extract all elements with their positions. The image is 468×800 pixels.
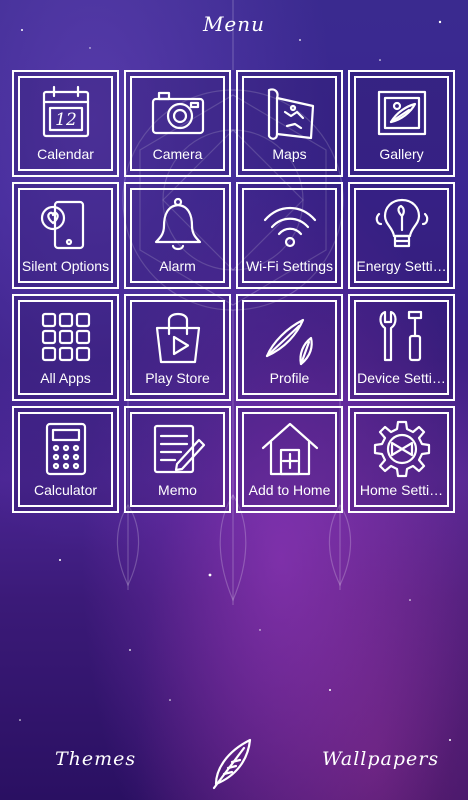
tile-memo[interactable]: Memo <box>124 406 231 513</box>
tile-play-store[interactable]: Play Store <box>124 294 231 401</box>
map-icon <box>259 82 321 144</box>
picture-frame-icon <box>371 82 433 144</box>
tile-label: Camera <box>152 146 203 162</box>
themes-button[interactable]: Themes <box>55 748 136 770</box>
tile-label: Play Store <box>145 370 210 386</box>
calculator-icon <box>35 418 97 480</box>
tile-wifi-settings[interactable]: Wi-Fi Settings <box>236 182 343 289</box>
tile-label: Profile <box>269 370 310 386</box>
tile-label: Memo <box>158 482 197 498</box>
tile-label: Gallery <box>379 146 424 162</box>
tile-home-settings[interactable]: Home Setti… <box>348 406 455 513</box>
tile-label: Silent Options <box>21 258 110 274</box>
tile-label: All Apps <box>40 370 91 386</box>
tile-label: Calculator <box>33 482 98 498</box>
tile-label: Energy Setti… <box>356 258 447 274</box>
camera-icon <box>147 82 209 144</box>
tile-all-apps[interactable]: All Apps <box>12 294 119 401</box>
tile-alarm[interactable]: Alarm <box>124 182 231 289</box>
wifi-icon <box>259 194 321 256</box>
app-grid-icon <box>35 306 97 368</box>
lightbulb-icon <box>371 194 433 256</box>
tile-camera[interactable]: Camera <box>124 70 231 177</box>
tile-label: Add to Home <box>248 482 331 498</box>
tile-calendar[interactable]: 12 Calendar <box>12 70 119 177</box>
tile-calculator[interactable]: Calculator <box>12 406 119 513</box>
notepad-pencil-icon <box>147 418 209 480</box>
house-plus-icon <box>259 418 321 480</box>
tile-gallery[interactable]: Gallery <box>348 70 455 177</box>
tile-add-to-home[interactable]: Add to Home <box>236 406 343 513</box>
tile-label: Alarm <box>159 258 196 274</box>
tile-label: Home Setti… <box>359 482 444 498</box>
calendar-icon: 12 <box>35 82 97 144</box>
tile-silent-options[interactable]: Silent Options <box>12 182 119 289</box>
tile-maps[interactable]: Maps <box>236 70 343 177</box>
tools-icon <box>371 306 433 368</box>
bottom-bar: Themes Wallpapers <box>0 730 468 800</box>
bell-icon <box>147 194 209 256</box>
feather-icon[interactable] <box>208 734 258 790</box>
shopping-bag-play-icon <box>147 306 209 368</box>
page-title: Menu <box>202 12 266 36</box>
tile-label: Wi-Fi Settings <box>245 258 334 274</box>
calendar-day: 12 <box>55 110 77 130</box>
tile-label: Maps <box>272 146 307 162</box>
tile-label: Device Setti… <box>357 370 446 386</box>
gear-bow-icon <box>371 418 433 480</box>
tile-label: Calendar <box>37 146 94 162</box>
phone-heart-icon <box>35 194 97 256</box>
wallpapers-button[interactable]: Wallpapers <box>322 748 439 770</box>
app-grid: 12 Calendar Camera Maps Gallery Silent O… <box>12 70 456 513</box>
tile-device-settings[interactable]: Device Setti… <box>348 294 455 401</box>
tile-profile[interactable]: Profile <box>236 294 343 401</box>
feathers-icon <box>259 306 321 368</box>
tile-energy-settings[interactable]: Energy Setti… <box>348 182 455 289</box>
